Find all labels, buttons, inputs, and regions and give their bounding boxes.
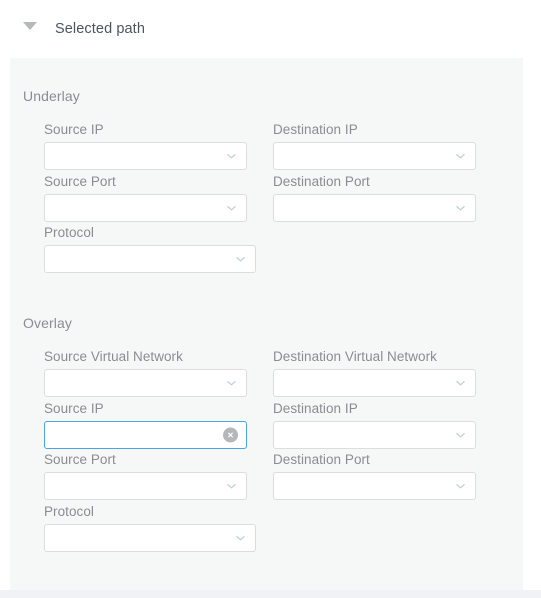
clear-circle-icon[interactable] [223,427,238,442]
input-source-ip[interactable] [44,420,247,449]
select-source-ip[interactable] [44,142,247,170]
select-value-destination-port[interactable] [274,473,475,499]
field-underlay-source-ip: Source IP [44,122,247,170]
label-source-virtual-network: Source Virtual Network [44,349,183,364]
section-title-underlay: Underlay [23,88,80,104]
select-source-virtual-network[interactable] [44,369,247,397]
select-value-source-port[interactable] [45,473,246,499]
select-value-destination-virtual-network[interactable] [274,370,475,396]
label-destination-ip: Destination IP [273,122,358,137]
select-value-destination-ip[interactable] [274,421,475,448]
select-destination-port[interactable] [273,472,476,500]
field-overlay-source-port: Source Port [44,452,247,500]
select-source-port[interactable] [44,472,247,500]
select-value-destination-port[interactable] [274,194,475,221]
select-destination-virtual-network[interactable] [273,369,476,397]
label-source-ip: Source IP [44,400,104,416]
input-value-source-ip[interactable] [45,421,246,448]
section-title-overlay: Overlay [23,315,72,331]
field-overlay-source-ip: Source IP [44,401,247,449]
selected-path-panel: Underlay Source IP Destination IP Source Po… [10,58,523,590]
field-overlay-protocol: Protocol [44,504,256,552]
label-source-ip: Source IP [44,122,104,137]
label-destination-port: Destination Port [273,452,370,467]
label-destination-port: Destination Port [273,173,370,189]
select-value-source-ip[interactable] [45,143,246,169]
label-source-port: Source Port [44,173,116,189]
select-destination-ip[interactable] [273,420,476,449]
triangle-down-icon[interactable] [21,17,39,35]
label-source-port: Source Port [44,452,116,467]
label-destination-ip: Destination IP [273,400,358,416]
select-destination-ip[interactable] [273,142,476,170]
bottom-divider [0,590,541,598]
field-underlay-destination-ip: Destination IP [273,122,476,170]
field-overlay-destination-virtual-network: Destination Virtual Network [273,349,476,397]
select-protocol[interactable] [44,523,256,552]
label-destination-virtual-network: Destination Virtual Network [273,349,437,364]
selected-path-header: Selected path [0,0,541,58]
field-underlay-source-port: Source Port [44,174,247,222]
select-destination-port[interactable] [273,193,476,222]
select-value-source-virtual-network[interactable] [45,370,246,396]
select-value-destination-ip[interactable] [274,143,475,169]
triangle-down-glyph [23,22,37,30]
select-protocol[interactable] [44,245,256,273]
label-protocol: Protocol [44,503,94,519]
select-value-protocol[interactable] [45,246,255,272]
select-value-source-port[interactable] [45,194,246,221]
field-underlay-protocol: Protocol [44,225,256,273]
field-underlay-destination-port: Destination Port [273,174,476,222]
select-source-port[interactable] [44,193,247,222]
field-overlay-destination-ip: Destination IP [273,401,476,449]
page-title: Selected path [55,21,145,37]
label-protocol: Protocol [44,225,94,240]
select-value-protocol[interactable] [45,524,255,551]
field-overlay-destination-port: Destination Port [273,452,476,500]
field-overlay-source-virtual-network: Source Virtual Network [44,349,247,397]
